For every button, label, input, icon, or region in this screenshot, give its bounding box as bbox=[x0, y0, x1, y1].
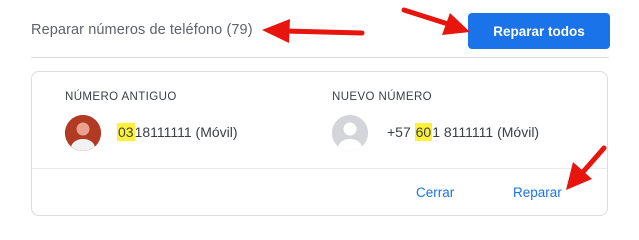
new-phone-prefix: +57 bbox=[387, 124, 415, 140]
new-phone-rest: 1 8111111 bbox=[432, 124, 494, 140]
page-title: Reparar números de teléfono (79) bbox=[31, 22, 253, 38]
new-phone-type: (Móvil) bbox=[493, 124, 540, 140]
old-phone-type: (Móvil) bbox=[191, 124, 238, 140]
new-phone-number: +57 601 8111111 (Móvil) bbox=[387, 123, 540, 141]
placeholder-avatar-icon bbox=[332, 115, 368, 151]
contact-avatar bbox=[65, 115, 101, 151]
old-phone-rest: 18111111 bbox=[134, 124, 192, 140]
highlighted-digits: 60 bbox=[414, 123, 433, 141]
arrow-to-title-icon bbox=[262, 19, 365, 43]
arrow-to-fix-all-icon bbox=[401, 7, 470, 35]
fix-button[interactable]: Reparar bbox=[513, 185, 562, 200]
close-button[interactable]: Cerrar bbox=[416, 185, 454, 200]
new-number-header: NUEVO NÚMERO bbox=[332, 91, 433, 103]
fix-suggestion-card: NÚMERO ANTIGUO NUEVO NÚMERO 0318111111 (… bbox=[31, 71, 608, 216]
old-number-header: NÚMERO ANTIGUO bbox=[65, 91, 177, 103]
fix-all-button[interactable]: Reparar todos bbox=[468, 13, 610, 49]
card-divider bbox=[32, 168, 607, 169]
header-divider bbox=[31, 57, 609, 58]
highlighted-digits: 03 bbox=[117, 123, 135, 141]
old-phone-number: 0318111111 (Móvil) bbox=[117, 123, 238, 141]
